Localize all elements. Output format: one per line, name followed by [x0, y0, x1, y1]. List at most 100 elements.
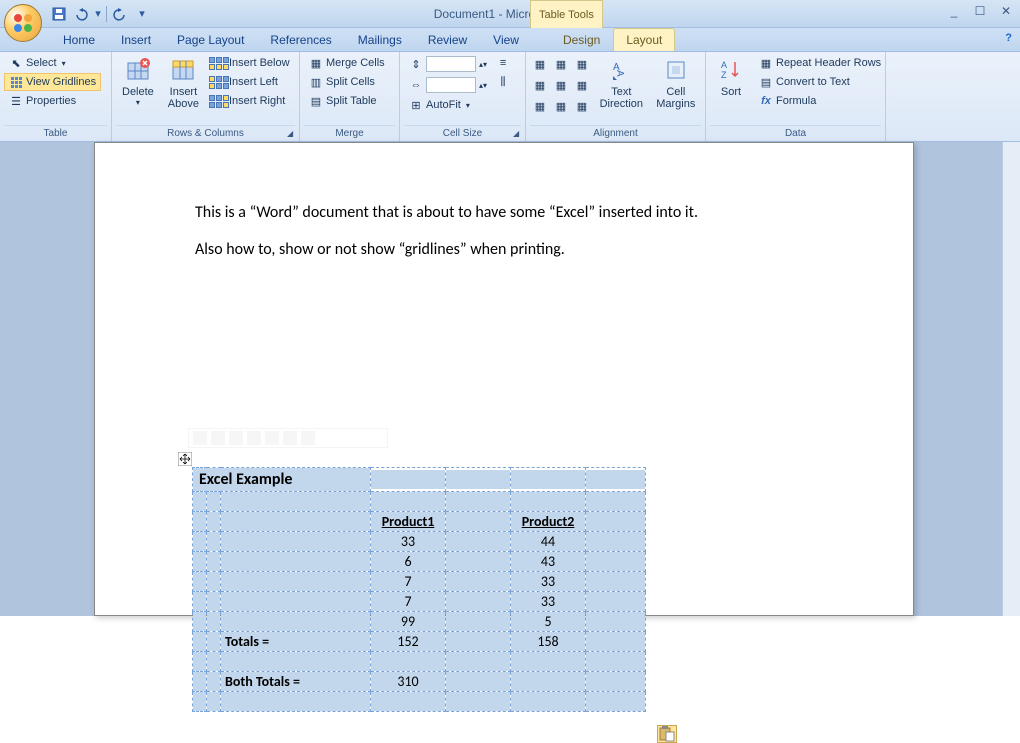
align-mc-button[interactable]: ▦: [551, 75, 571, 95]
close-button[interactable]: ✕: [998, 4, 1014, 18]
qat-dropdown-icon[interactable]: ▾: [94, 5, 102, 23]
paragraph-1[interactable]: This is a “Word” document that is about …: [195, 203, 813, 222]
merge-icon: ▦: [309, 56, 323, 70]
sort-button[interactable]: AZ Sort: [710, 54, 752, 100]
bold-icon[interactable]: [193, 431, 207, 445]
align-br-button[interactable]: ▦: [572, 96, 592, 116]
insert-right-label: Insert Right: [229, 95, 285, 107]
tab-page-layout[interactable]: Page Layout: [164, 28, 257, 51]
cursor-icon: ⬉: [9, 56, 23, 70]
merge-cells-button[interactable]: ▦Merge Cells: [304, 54, 390, 72]
vertical-scrollbar[interactable]: [1002, 142, 1020, 616]
group-table: ⬉Select▾ View Gridlines ☰Properties Tabl…: [0, 52, 112, 141]
restore-button[interactable]: ☐: [972, 4, 988, 18]
split-table-label: Split Table: [326, 95, 377, 107]
gridlines-icon: [9, 75, 23, 89]
split-cells-icon: ▥: [309, 75, 323, 89]
align-mr-button[interactable]: ▦: [572, 75, 592, 95]
group-label: Table: [4, 125, 107, 141]
text-direction-button[interactable]: AAText Direction: [594, 54, 649, 112]
group-label: Data: [710, 125, 881, 141]
group-merge: ▦Merge Cells ▥Split Cells ▤Split Table M…: [300, 52, 400, 141]
group-label: Merge: [304, 125, 395, 141]
cell-margins-icon: [662, 56, 690, 84]
insert-left-icon: [212, 75, 226, 89]
svg-text:A: A: [721, 60, 727, 70]
cell-margins-button[interactable]: Cell Margins: [651, 54, 701, 112]
gridlines-label: View Gridlines: [26, 76, 96, 88]
tab-references[interactable]: References: [257, 28, 344, 51]
paragraph-2[interactable]: Also how to, show or not show “gridlines…: [195, 240, 813, 259]
indent-icon[interactable]: [283, 431, 297, 445]
excel-embedded-table[interactable]: Excel ExampleProduct1Product233446437337…: [192, 467, 646, 712]
table-move-handle[interactable]: [178, 452, 192, 466]
align-mc-icon: ▦: [554, 78, 568, 92]
view-gridlines-button[interactable]: View Gridlines: [4, 73, 101, 91]
insert-above-label: Insert Above: [168, 86, 199, 110]
insert-left-label: Insert Left: [229, 76, 278, 88]
align-bl-button[interactable]: ▦: [530, 96, 550, 116]
highlight-icon[interactable]: [265, 431, 279, 445]
quick-access-toolbar: ▾ ▾: [50, 5, 151, 23]
group-rows-columns: Delete▾ Insert Above Insert Below Insert…: [112, 52, 300, 141]
delete-icon: [124, 56, 152, 84]
font-color-icon[interactable]: [247, 431, 261, 445]
align-tr-button[interactable]: ▦: [572, 54, 592, 74]
ribbon-tabs: Home Insert Page Layout References Maili…: [0, 28, 1020, 52]
dialog-launcher-icon[interactable]: ◢: [287, 129, 297, 139]
delete-label: Delete: [122, 86, 154, 98]
tab-insert[interactable]: Insert: [108, 28, 164, 51]
sort-icon: AZ: [717, 56, 745, 84]
dialog-launcher-icon[interactable]: ◢: [513, 129, 523, 139]
col-width-input[interactable]: ⇔▴▾: [404, 75, 492, 95]
properties-button[interactable]: ☰Properties: [4, 92, 101, 110]
office-button[interactable]: [4, 4, 44, 44]
align-tl-button[interactable]: ▦: [530, 54, 550, 74]
undo-icon[interactable]: [72, 5, 90, 23]
repeat-header-label: Repeat Header Rows: [776, 57, 881, 69]
split-cells-label: Split Cells: [326, 76, 375, 88]
insert-below-button[interactable]: Insert Below: [207, 54, 295, 72]
width-icon: ⇔: [409, 78, 423, 92]
tab-home[interactable]: Home: [50, 28, 108, 51]
tab-mailings[interactable]: Mailings: [345, 28, 415, 51]
text-direction-label: Text Direction: [600, 86, 643, 110]
distribute-cols-button[interactable]: ⫼: [494, 73, 512, 91]
redo-icon[interactable]: [111, 5, 129, 23]
save-icon[interactable]: [50, 5, 68, 23]
split-cells-button[interactable]: ▥Split Cells: [304, 73, 390, 91]
help-icon[interactable]: ?: [1005, 32, 1012, 44]
select-button[interactable]: ⬉Select▾: [4, 54, 101, 72]
text-direction-icon: AA: [607, 56, 635, 84]
minimize-button[interactable]: _: [946, 4, 962, 18]
insert-above-button[interactable]: Insert Above: [162, 54, 205, 112]
mini-toolbar[interactable]: [188, 428, 388, 448]
row-height-input[interactable]: ⇕▴▾: [404, 54, 492, 74]
paste-options-button[interactable]: [657, 725, 677, 743]
tab-layout[interactable]: Layout: [613, 28, 675, 51]
convert-text-button[interactable]: ▤Convert to Text: [754, 73, 886, 91]
align-tc-button[interactable]: ▦: [551, 54, 571, 74]
autofit-button[interactable]: ⊞AutoFit▾: [404, 96, 492, 114]
align-ml-button[interactable]: ▦: [530, 75, 550, 95]
properties-icon: ☰: [9, 94, 23, 108]
sort-label: Sort: [721, 86, 741, 98]
formula-icon: fx: [759, 94, 773, 108]
list-icon[interactable]: [301, 431, 315, 445]
tab-view[interactable]: View: [480, 28, 532, 51]
qat-customize-icon[interactable]: ▾: [133, 5, 151, 23]
distribute-rows-button[interactable]: ≡: [494, 54, 512, 72]
group-cell-size: ⇕▴▾ ⇔▴▾ ⊞AutoFit▾ ≡ ⫼ Cell Size ◢: [400, 52, 526, 141]
italic-icon[interactable]: [211, 431, 225, 445]
align-bc-button[interactable]: ▦: [551, 96, 571, 116]
align-icon[interactable]: [229, 431, 243, 445]
align-ml-icon: ▦: [533, 78, 547, 92]
tab-design[interactable]: Design: [550, 28, 613, 51]
insert-right-button[interactable]: Insert Right: [207, 92, 295, 110]
formula-button[interactable]: fxFormula: [754, 92, 886, 110]
insert-left-button[interactable]: Insert Left: [207, 73, 295, 91]
repeat-header-button[interactable]: ▦Repeat Header Rows: [754, 54, 886, 72]
split-table-button[interactable]: ▤Split Table: [304, 92, 390, 110]
delete-button[interactable]: Delete▾: [116, 54, 160, 109]
tab-review[interactable]: Review: [415, 28, 480, 51]
